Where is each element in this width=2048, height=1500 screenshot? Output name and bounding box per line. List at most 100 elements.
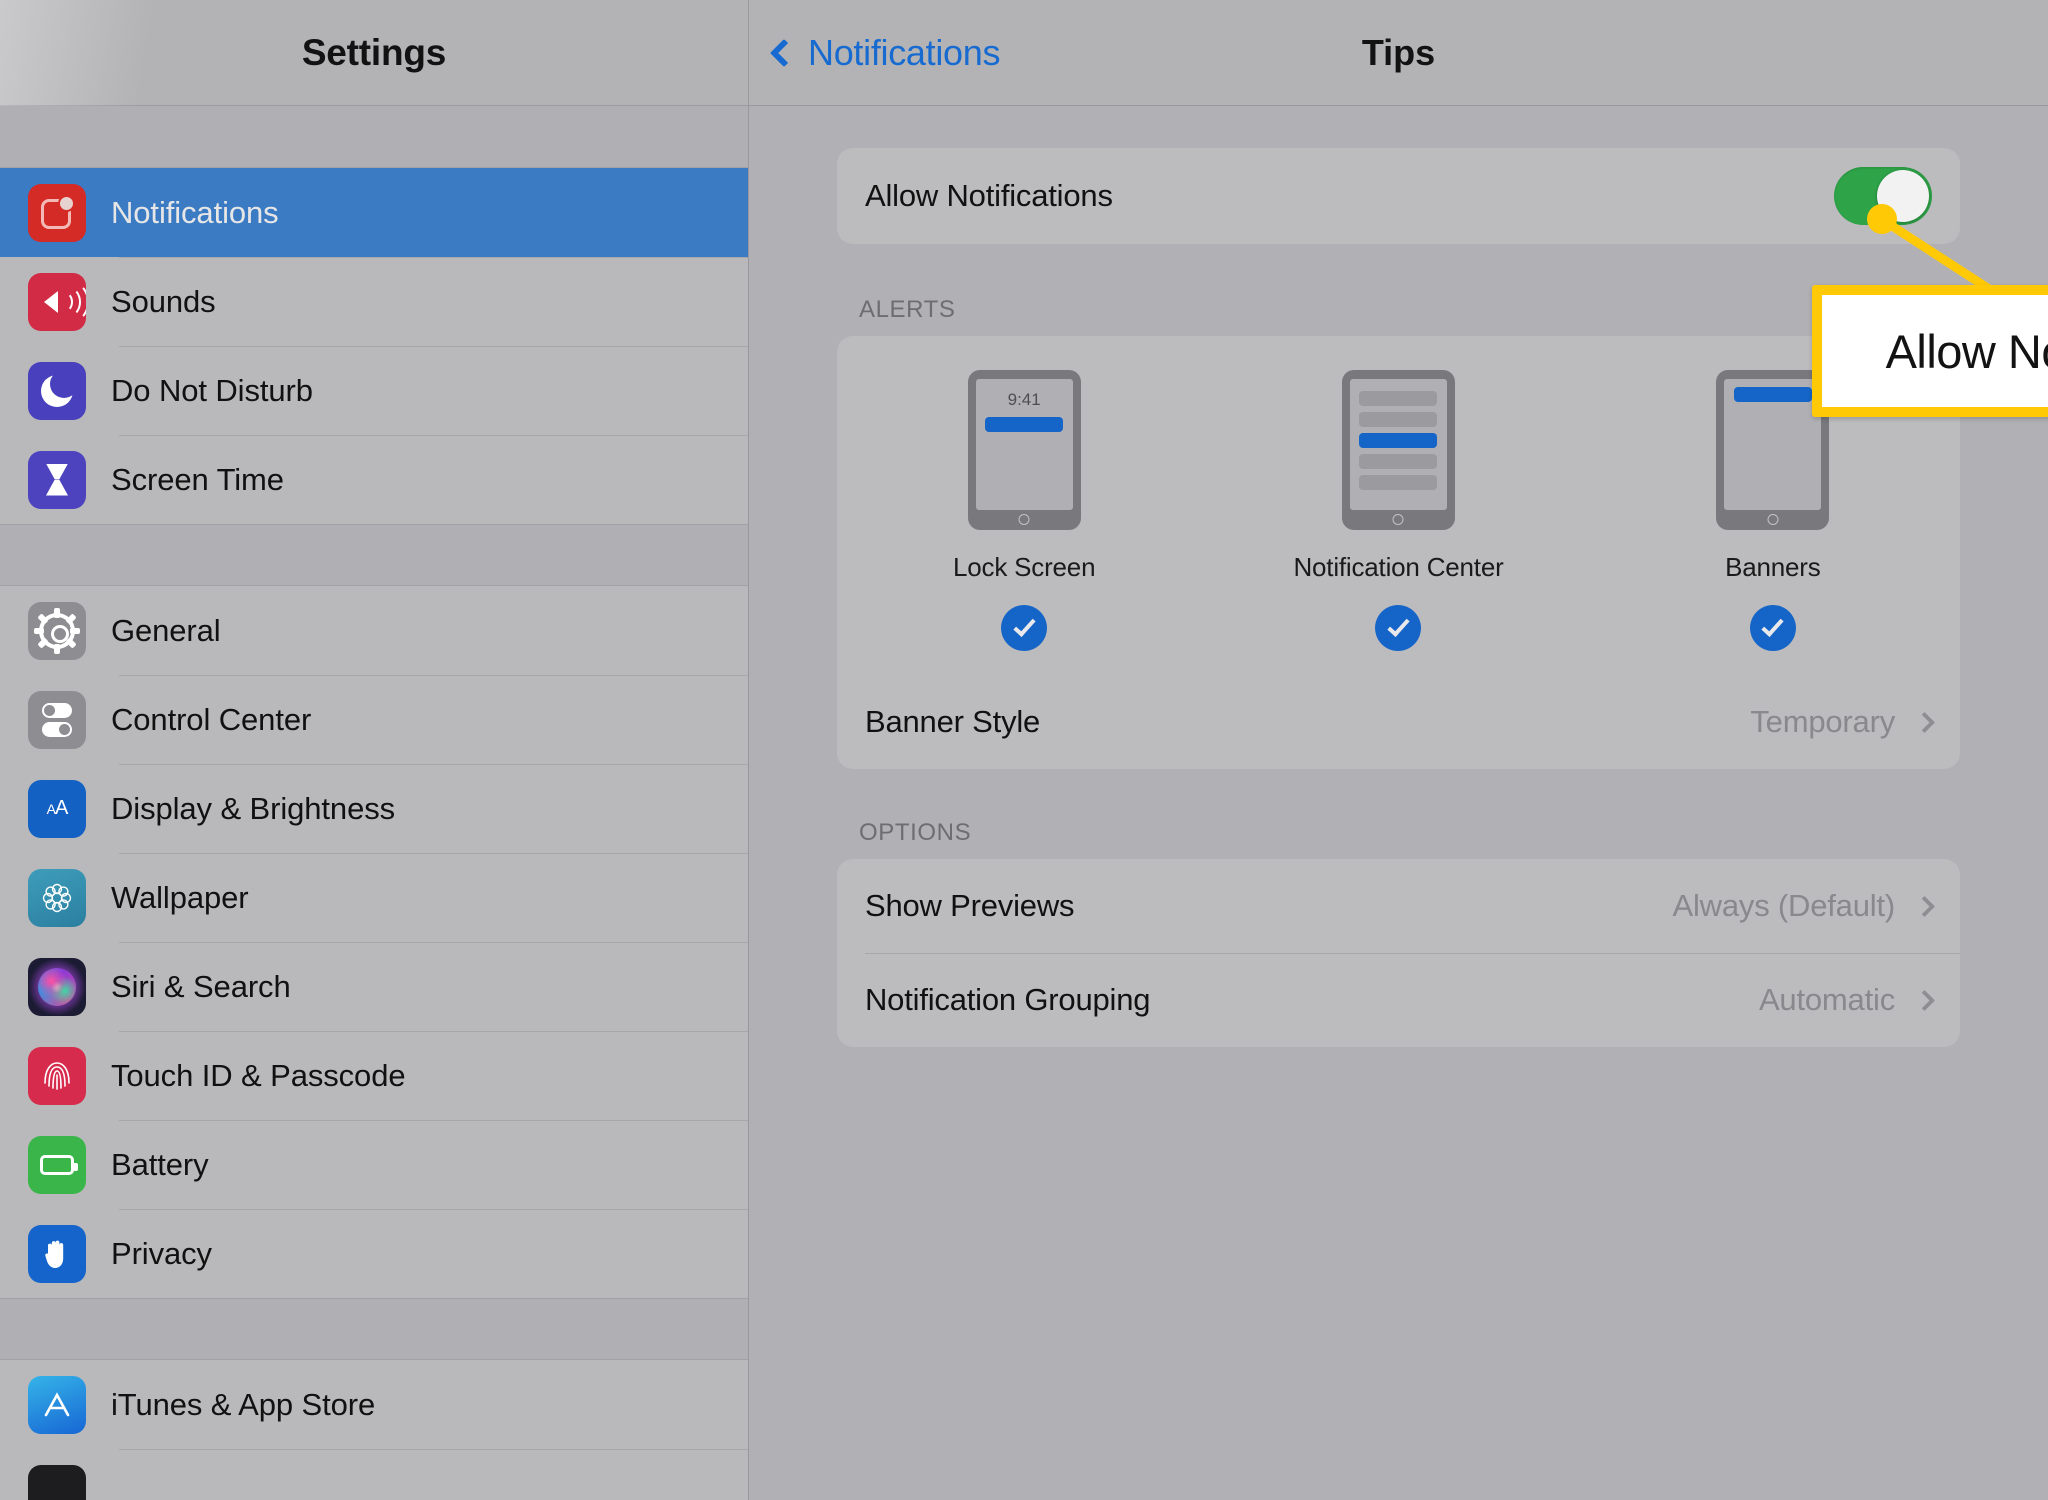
banner-style-value: Temporary (1750, 704, 1895, 739)
home-button-icon (1392, 514, 1404, 525)
sidebar-item-label: Display & Brightness (111, 790, 396, 826)
detail-body: Allow Notifications ALERTS 9:41 Lock Scr… (749, 148, 2048, 1047)
sidebar-item-siri-search[interactable]: Siri & Search (0, 942, 748, 1031)
callout-tooltip: Allow Notifications (1812, 285, 2048, 417)
show-previews-label: Show Previews (865, 888, 1075, 923)
check-icon (1387, 614, 1410, 637)
privacy-hand-icon (28, 1224, 86, 1283)
alert-option-label: Lock Screen (953, 552, 1096, 582)
banner-style-row[interactable]: Banner Style Temporary (837, 675, 1960, 769)
sidebar-item-label: General (111, 612, 221, 648)
allow-notifications-card: Allow Notifications (837, 148, 1960, 244)
sidebar-item-wallpaper[interactable]: Wallpaper (0, 853, 748, 942)
lock-screen-preview: 9:41 (967, 370, 1081, 530)
back-button-label: Notifications (808, 31, 1001, 73)
lock-screen-checkmark[interactable] (1001, 605, 1048, 651)
show-previews-row[interactable]: Show Previews Always (Default) (837, 859, 1960, 953)
sidebar-group-separator (0, 1298, 748, 1360)
hand-shape (45, 1240, 64, 1268)
wallpaper-flower-shape (42, 883, 72, 912)
settings-sidebar: Settings Notifications Sounds Do Not Dis… (0, 0, 749, 1500)
sidebar-item-label: iTunes & App Store (111, 1386, 376, 1422)
show-previews-value: Always (Default) (1672, 888, 1896, 923)
sounds-icon (28, 272, 86, 331)
fingerprint-shape (44, 1061, 70, 1090)
header-gloss (0, 0, 190, 106)
back-button[interactable]: Notifications (769, 31, 1001, 74)
sidebar-group-separator (0, 106, 748, 168)
sidebar-item-label: Wallpaper (111, 879, 249, 915)
screen-time-icon (28, 450, 86, 509)
callout-inner: Allow Notifications (1822, 295, 2048, 407)
preview-bar (1733, 387, 1812, 402)
notification-grouping-label: Notification Grouping (865, 982, 1151, 1017)
notification-grouping-value: Automatic (1758, 982, 1895, 1017)
callout-anchor-dot (1867, 204, 1897, 234)
sidebar-item-general[interactable]: General (0, 586, 748, 675)
preview-bar (1359, 391, 1438, 406)
preview-bar (1359, 412, 1438, 427)
sidebar-header: Settings (0, 0, 748, 106)
siri-icon (28, 957, 86, 1016)
sidebar-item-label: Battery (111, 1146, 209, 1182)
detail-header: Notifications Tips (749, 0, 2048, 106)
sidebar-item-privacy[interactable]: Privacy (0, 1209, 748, 1298)
fingerprint-icon (28, 1046, 86, 1105)
preview-bar (1359, 475, 1438, 490)
sidebar-item-itunes-app-store[interactable]: iTunes & App Store (0, 1360, 748, 1449)
sidebar-item-do-not-disturb[interactable]: Do Not Disturb (0, 346, 748, 435)
sidebar-item-label: Touch ID & Passcode (111, 1057, 406, 1093)
chevron-right-icon (1913, 895, 1936, 917)
notification-center-preview (1341, 370, 1455, 530)
preview-bar (1359, 433, 1438, 448)
sidebar-item-touch-id-passcode[interactable]: Touch ID & Passcode (0, 1031, 748, 1120)
alert-option-label: Notification Center (1293, 552, 1504, 582)
detail-pane: Notifications Tips Allow Notifications A… (749, 0, 2048, 1500)
gear-icon (28, 601, 86, 660)
home-button-icon (1767, 514, 1779, 525)
options-card: Show Previews Always (Default) Notificat… (837, 859, 1960, 1047)
battery-icon (28, 1135, 86, 1194)
sidebar-group-separator (0, 524, 748, 586)
sidebar-item-sounds[interactable]: Sounds (0, 257, 748, 346)
banners-checkmark[interactable] (1749, 605, 1796, 651)
sidebar-item-label: Control Center (111, 701, 312, 737)
sidebar-item-label: Notifications (111, 194, 279, 230)
sidebar-item-partial[interactable] (0, 1449, 748, 1500)
alerts-section-title: ALERTS (859, 296, 956, 323)
check-icon (1761, 614, 1784, 637)
preview-bar (1359, 454, 1438, 469)
sidebar-item-label: Do Not Disturb (111, 372, 313, 408)
sidebar-item-label: Siri & Search (111, 968, 291, 1004)
alert-option-lock-screen[interactable]: 9:41 Lock Screen (837, 370, 1211, 651)
alerts-grid: 9:41 Lock Screen Notification Center Ban… (837, 336, 1960, 675)
alerts-card: 9:41 Lock Screen Notification Center Ban… (837, 336, 1960, 769)
page-title: Settings (301, 31, 447, 73)
alert-option-label: Banners (1725, 552, 1821, 582)
banner-style-label: Banner Style (865, 704, 1041, 739)
sidebar-item-display-brightness[interactable]: AA Display & Brightness (0, 764, 748, 853)
wallpaper-icon (28, 868, 86, 927)
app-store-a-shape (44, 1391, 70, 1416)
sidebar-item-screen-time[interactable]: Screen Time (0, 435, 748, 524)
alert-option-notification-center[interactable]: Notification Center (1211, 370, 1585, 651)
chevron-right-icon (1913, 711, 1936, 733)
sidebar-item-battery[interactable]: Battery (0, 1120, 748, 1209)
callout-text: Allow Notifications (1885, 324, 2048, 378)
sidebar-item-label: Sounds (111, 283, 216, 319)
ipad-settings-screen: Settings Notifications Sounds Do Not Dis… (0, 0, 2048, 1500)
sidebar-item-notifications[interactable]: Notifications (0, 168, 748, 257)
notification-grouping-row[interactable]: Notification Grouping Automatic (837, 953, 1960, 1047)
do-not-disturb-icon (28, 361, 86, 420)
sidebar-item-control-center[interactable]: Control Center (0, 675, 748, 764)
partial-app-icon (28, 1464, 86, 1500)
check-icon (1013, 614, 1036, 637)
notification-center-checkmark[interactable] (1375, 605, 1422, 651)
preview-time: 9:41 (1007, 390, 1041, 409)
allow-notifications-label: Allow Notifications (865, 178, 1113, 213)
sidebar-item-label: Privacy (111, 1235, 212, 1271)
app-store-icon (28, 1375, 86, 1434)
chevron-right-icon (1913, 989, 1936, 1011)
control-center-icon (28, 690, 86, 749)
allow-notifications-row[interactable]: Allow Notifications (837, 148, 1960, 244)
